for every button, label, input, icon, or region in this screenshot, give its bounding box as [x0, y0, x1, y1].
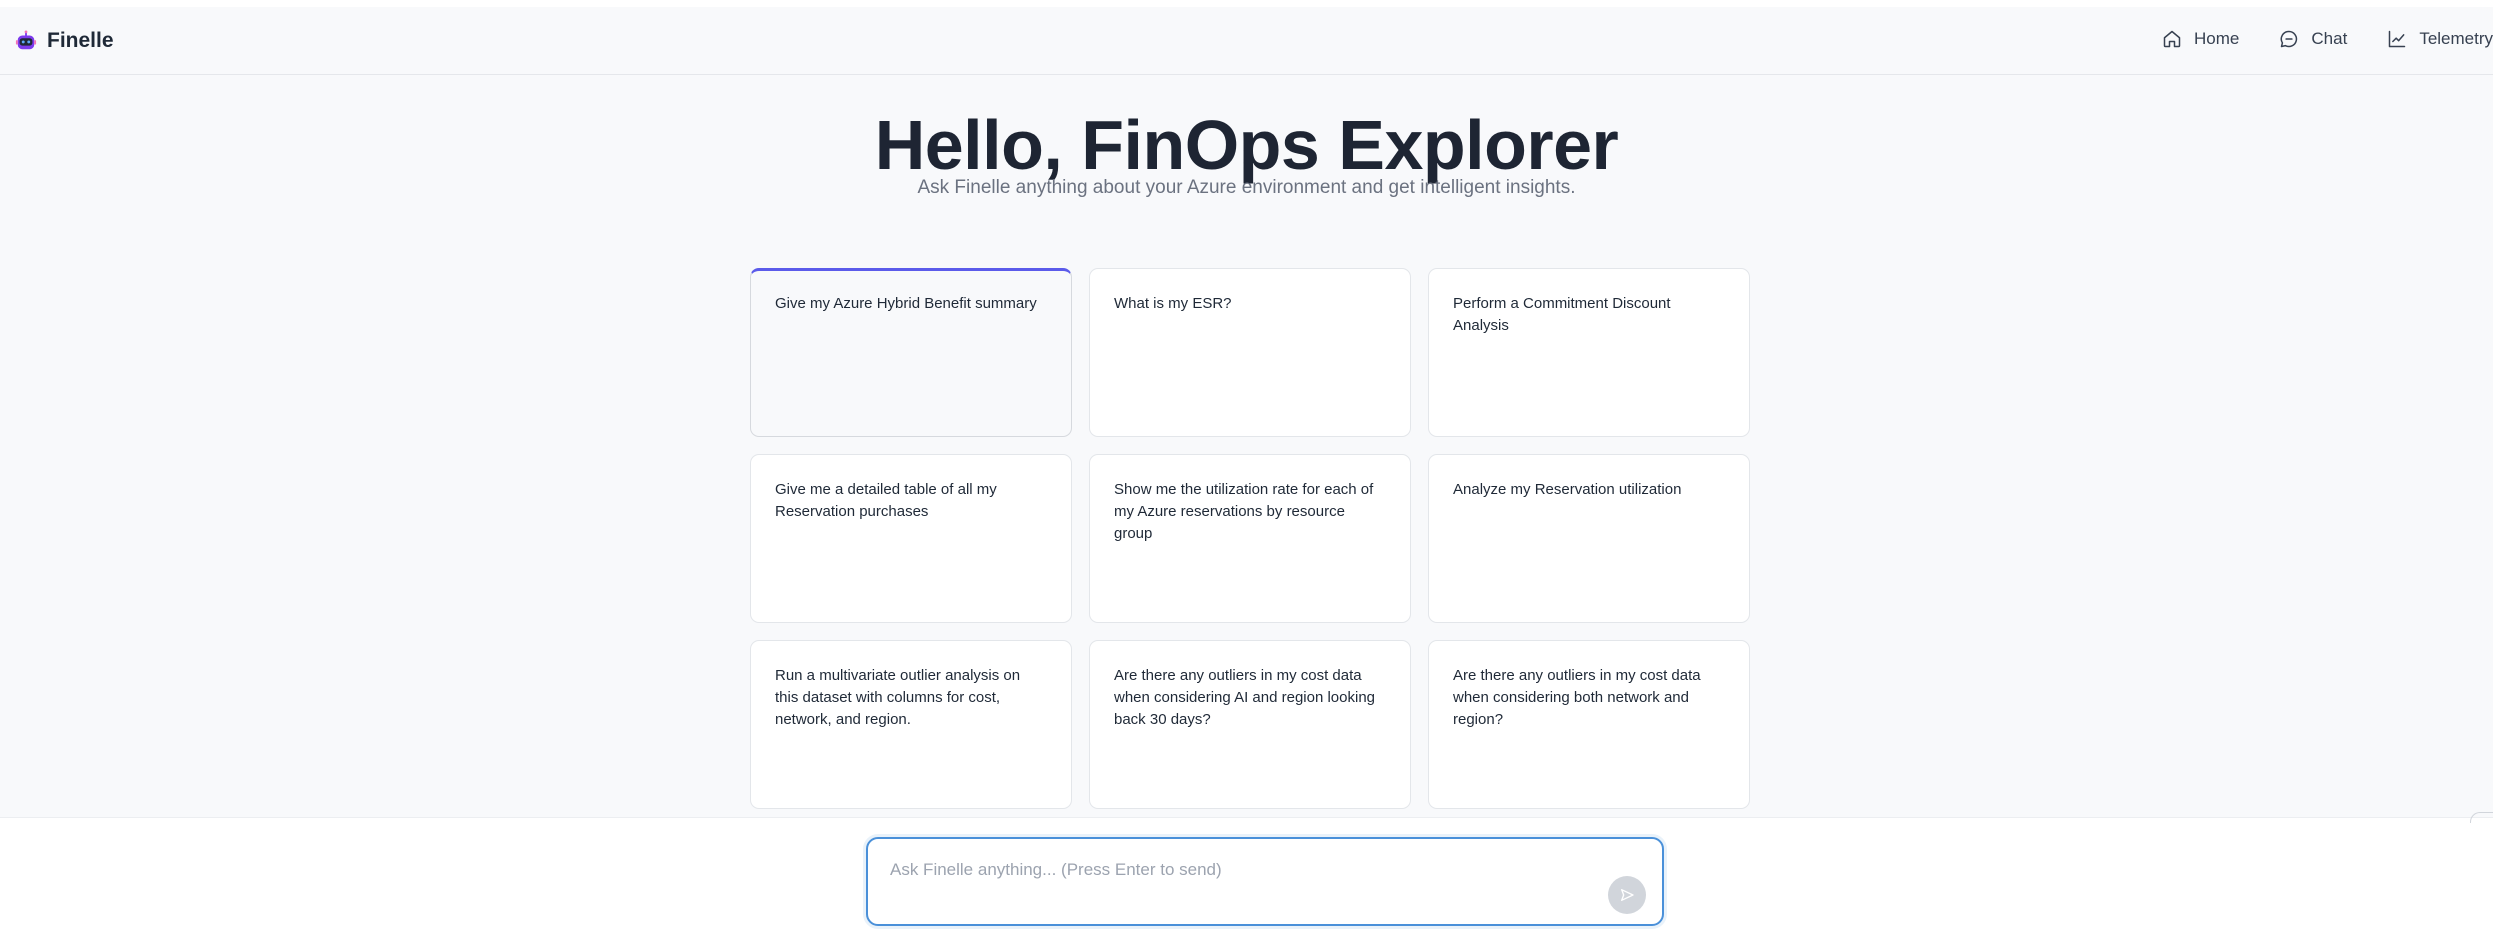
nav-telemetry-label: Telemetry: [2419, 29, 2493, 48]
home-icon: [2163, 30, 2181, 48]
suggestion-card[interactable]: Are there any outliers in my cost data w…: [1089, 640, 1411, 809]
suggestion-card[interactable]: Perform a Commitment Discount Analysis: [1428, 268, 1750, 437]
brand[interactable]: Finelle: [15, 29, 114, 53]
chat-composer: [866, 837, 1664, 926]
nav-home-label: Home: [2194, 29, 2240, 48]
suggestion-card[interactable]: Analyze my Reservation utilization: [1428, 454, 1750, 623]
suggestion-card[interactable]: Are there any outliers in my cost data w…: [1428, 640, 1750, 809]
trend-chart-icon: [2389, 30, 2406, 48]
app-name: Finelle: [47, 29, 114, 52]
nav-telemetry[interactable]: Telemetry: [2387, 29, 2493, 49]
suggestion-card[interactable]: Give me a detailed table of all my Reser…: [750, 454, 1072, 623]
scroll-handle[interactable]: [2470, 812, 2493, 823]
suggestion-card[interactable]: Give my Azure Hybrid Benefit summary: [750, 268, 1072, 437]
suggestion-card[interactable]: Run a multivariate outlier analysis on t…: [750, 640, 1072, 809]
nav-chat[interactable]: Chat: [2279, 29, 2347, 49]
suggestion-grid: Give my Azure Hybrid Benefit summary Wha…: [750, 268, 1751, 809]
top-strip: [0, 0, 2493, 7]
send-arrow-icon: [1621, 889, 1634, 901]
suggestion-card[interactable]: Show me the utilization rate for each of…: [1089, 454, 1411, 623]
robot-mascot-icon: [15, 30, 37, 50]
nav-chat-label: Chat: [2311, 29, 2348, 48]
send-button[interactable]: [1608, 876, 1646, 914]
nav-home[interactable]: Home: [2162, 29, 2239, 49]
suggestion-card[interactable]: What is my ESR?: [1089, 268, 1411, 437]
chat-bubble-icon: [2280, 30, 2298, 48]
page-subtitle: Ask Finelle anything about your Azure en…: [917, 177, 1576, 198]
chat-input[interactable]: [888, 859, 1592, 881]
top-nav: Home Chat Telemetry: [2122, 29, 2493, 49]
app-header: Finelle Home Chat Telemetry: [0, 7, 2493, 75]
